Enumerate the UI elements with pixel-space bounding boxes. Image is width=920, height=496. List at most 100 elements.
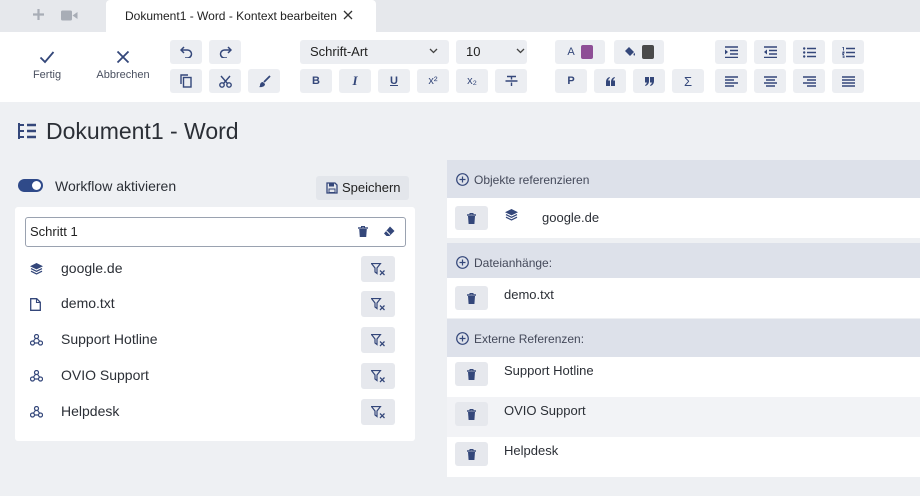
workflow-toggle[interactable] — [18, 179, 43, 192]
object-reference-row: google.de — [447, 198, 920, 238]
align-center-button[interactable] — [754, 69, 786, 93]
fill-color-button[interactable] — [614, 40, 664, 64]
close-icon — [116, 50, 130, 64]
align-justify-button[interactable] — [832, 69, 864, 93]
bullet-list-button[interactable] — [793, 40, 825, 64]
cancel-button[interactable]: Abbrechen — [88, 50, 158, 81]
copy-button[interactable] — [170, 69, 202, 93]
attachments-section-header[interactable]: Dateianhänge: — [447, 243, 920, 281]
eraser-icon[interactable] — [383, 226, 395, 237]
underline-label: U — [390, 75, 398, 87]
font-size-value: 10 — [466, 44, 481, 59]
font-family-value: Schrift-Art — [310, 44, 368, 59]
list-item-label: google.de — [61, 260, 123, 276]
font-family-dropdown[interactable]: Schrift-Art — [300, 40, 449, 64]
delete-button[interactable] — [455, 362, 488, 386]
done-label: Fertig — [32, 69, 62, 81]
align-justify-icon — [841, 75, 855, 87]
align-right-button[interactable] — [793, 69, 825, 93]
external-section-title: Externe Referenzen: — [474, 332, 585, 346]
filter-clear-icon — [370, 262, 385, 275]
external-reference-label: Support Hotline — [504, 363, 594, 378]
scissors-icon — [218, 75, 232, 88]
list-item[interactable]: Helpdesk — [15, 399, 415, 425]
document-tab[interactable]: Dokument1 - Word - Kontext bearbeiten — [106, 0, 376, 32]
chevron-down-icon — [429, 48, 438, 54]
undo-button[interactable] — [170, 40, 202, 64]
align-left-button[interactable] — [715, 69, 747, 93]
list-item-label: OVIO Support — [61, 367, 149, 383]
close-icon[interactable] — [343, 10, 353, 20]
fill-color-swatch — [642, 45, 654, 59]
indent-icon — [724, 46, 738, 58]
outdent-button[interactable] — [754, 40, 786, 64]
done-button[interactable]: Fertig — [12, 50, 82, 81]
superscript-button[interactable]: x² — [417, 69, 449, 93]
filter-clear-icon — [370, 333, 385, 346]
filter-clear-icon — [370, 297, 385, 310]
numbered-list-button[interactable] — [832, 40, 864, 64]
external-reference-row: OVIO Support — [447, 397, 920, 437]
paint-bucket-icon — [625, 47, 635, 56]
list-item[interactable]: Support Hotline — [15, 327, 415, 353]
format-painter-button[interactable] — [248, 69, 280, 93]
brush-icon — [258, 74, 271, 87]
attachment-row: demo.txt — [447, 278, 920, 318]
hierarchy-icon — [17, 122, 37, 140]
clear-filter-button[interactable] — [361, 363, 395, 389]
bold-button[interactable]: B — [300, 69, 332, 93]
objects-section-header[interactable]: Objekte referenzieren — [447, 160, 920, 198]
text-color-button[interactable]: A — [555, 40, 605, 64]
underline-button[interactable]: U — [378, 69, 410, 93]
blockquote-button[interactable] — [633, 69, 665, 93]
delete-button[interactable] — [455, 402, 488, 426]
trash-icon — [467, 408, 476, 420]
file-icon — [30, 298, 41, 311]
align-right-icon — [802, 75, 816, 87]
list-item[interactable]: OVIO Support — [15, 363, 415, 389]
clear-filter-button[interactable] — [361, 256, 395, 282]
paragraph-button[interactable]: P — [555, 69, 587, 93]
clear-filter-button[interactable] — [361, 399, 395, 425]
external-reference-row: Helpdesk — [447, 437, 920, 477]
save-button[interactable]: Speichern — [316, 176, 409, 200]
align-center-icon — [763, 75, 777, 87]
delete-button[interactable] — [455, 442, 488, 466]
step-name-value: Schritt 1 — [30, 224, 78, 239]
delete-button[interactable] — [455, 206, 488, 230]
plus-icon[interactable] — [32, 8, 45, 21]
italic-button[interactable]: I — [339, 69, 371, 93]
video-icon[interactable] — [61, 9, 78, 22]
add-circle-icon[interactable] — [456, 332, 469, 345]
attachments-section-title: Dateianhänge: — [474, 256, 553, 270]
toggle-knob — [32, 181, 41, 190]
indent-button[interactable] — [715, 40, 747, 64]
trash-icon[interactable] — [358, 226, 368, 237]
text-color-swatch — [580, 45, 593, 59]
cut-button[interactable] — [209, 69, 241, 93]
list-item-label: Helpdesk — [61, 403, 120, 419]
clear-filter-button[interactable] — [361, 291, 395, 317]
webhook-icon — [30, 370, 43, 382]
subscript-button[interactable]: x₂ — [456, 69, 488, 93]
redo-button[interactable] — [209, 40, 241, 64]
list-item[interactable]: google.de — [15, 256, 415, 282]
layers-icon — [30, 263, 43, 275]
layers-icon — [505, 209, 518, 221]
sum-label: Σ — [683, 73, 693, 89]
add-circle-icon[interactable] — [456, 256, 469, 269]
external-reference-label: Helpdesk — [504, 443, 559, 458]
align-left-icon — [724, 75, 738, 87]
external-section-header[interactable]: Externe Referenzen: — [447, 319, 920, 357]
blockquote-icon — [644, 76, 654, 86]
quote-button[interactable] — [594, 69, 626, 93]
font-size-dropdown[interactable]: 10 — [456, 40, 527, 64]
delete-button[interactable] — [455, 286, 488, 310]
add-circle-icon[interactable] — [456, 173, 469, 186]
strikethrough-button[interactable] — [495, 69, 527, 93]
clear-filter-button[interactable] — [361, 327, 395, 353]
sum-button[interactable]: Σ — [672, 69, 704, 93]
step-name-field[interactable]: Schritt 1 — [25, 217, 406, 247]
filter-clear-icon — [370, 405, 385, 418]
list-item[interactable]: demo.txt — [15, 291, 415, 317]
